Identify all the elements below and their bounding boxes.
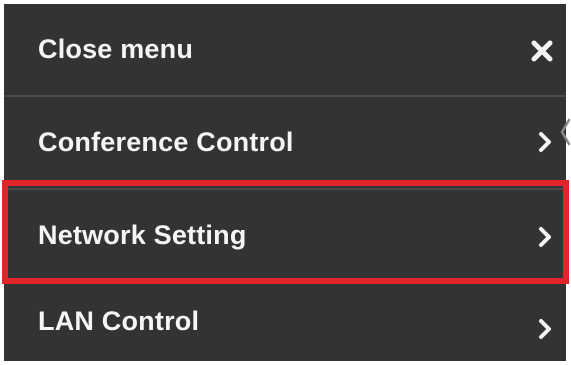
close-menu-label: Close menu bbox=[38, 34, 194, 64]
menu-item-label: Network Setting bbox=[38, 219, 247, 250]
menu-item-label: LAN Control bbox=[38, 306, 200, 336]
side-menu: Close menu Conference Control Network Se… bbox=[4, 4, 566, 361]
chevron-right-icon bbox=[539, 227, 551, 247]
menu-item-lan-control[interactable]: LAN Control bbox=[4, 282, 566, 361]
close-icon[interactable] bbox=[530, 39, 554, 63]
menu-item-network-setting[interactable]: Network Setting bbox=[4, 190, 566, 280]
chevron-right-icon bbox=[539, 132, 551, 152]
chevron-right-icon bbox=[539, 319, 551, 339]
close-menu-button[interactable]: Close menu bbox=[4, 4, 566, 95]
collapse-chevron-icon[interactable] bbox=[559, 112, 571, 152]
menu-item-conference-control[interactable]: Conference Control bbox=[4, 96, 566, 188]
menu-item-label: Conference Control bbox=[38, 126, 294, 157]
